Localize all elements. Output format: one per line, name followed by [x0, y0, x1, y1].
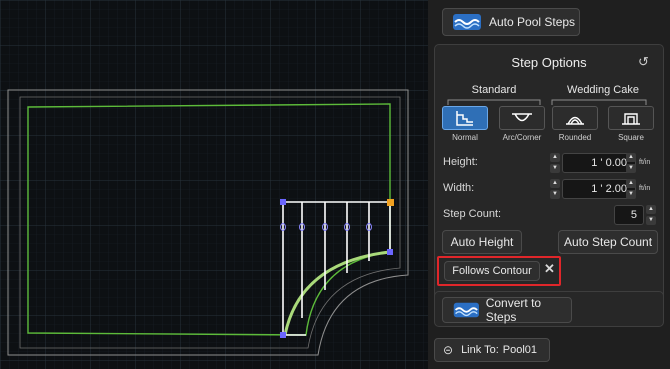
style-label-rounded: Rounded: [558, 133, 592, 142]
step-count-input[interactable]: 5: [614, 205, 644, 225]
handle-top-right[interactable]: [387, 199, 394, 206]
handle-arc-end[interactable]: [387, 249, 393, 255]
width-unit: ft/in: [639, 185, 651, 192]
width-input[interactable]: 1 ' 2.00: [562, 179, 636, 199]
style-normal-button[interactable]: [442, 106, 488, 130]
height-right-stepper[interactable]: ▲ ▼: [626, 153, 636, 173]
step-count-stepper[interactable]: ▲ ▼: [646, 205, 656, 225]
rounded-icon: [566, 116, 584, 125]
header-brackets: [447, 99, 647, 105]
app-window: Auto Pool Steps Step Options ↺ Standard …: [0, 0, 670, 369]
standard-header: Standard: [471, 84, 517, 96]
auto-pool-steps-label: Auto Pool Steps: [489, 15, 576, 29]
step-panel: Auto Pool Steps Step Options ↺ Standard …: [428, 0, 670, 369]
steps-water-icon: [453, 14, 481, 30]
height-left-stepper[interactable]: ▲ ▼: [550, 153, 560, 173]
style-label-normal: Normal: [452, 133, 478, 142]
step-options-title: Step Options: [511, 55, 587, 70]
grid-background: [0, 0, 428, 369]
height-unit: ft/in: [639, 159, 651, 166]
drawing-canvas[interactable]: [0, 0, 428, 369]
style-label-square: Square: [618, 133, 644, 142]
close-icon[interactable]: ✕: [544, 261, 555, 277]
link-to-value: Pool01: [502, 344, 538, 356]
auto-height-button[interactable]: Auto Height: [442, 230, 522, 254]
reset-icon[interactable]: ↺: [638, 54, 649, 70]
height-label: Height:: [443, 156, 478, 168]
handle-top-left[interactable]: [280, 199, 286, 205]
width-right-stepper[interactable]: ▲ ▼: [626, 179, 636, 199]
link-to-label: Link To:: [461, 344, 499, 356]
convert-to-steps-label: Convert to Steps: [485, 296, 542, 324]
auto-pool-steps-button[interactable]: Auto Pool Steps: [442, 8, 580, 36]
convert-to-steps-button[interactable]: Convert to Steps: [442, 296, 572, 324]
wedding-cake-header: Wedding Cake: [567, 84, 639, 96]
steps-water-icon: [453, 302, 479, 318]
step-count-label: Step Count:: [443, 208, 502, 220]
width-label: Width:: [443, 182, 475, 194]
width-left-stepper[interactable]: ▲ ▼: [550, 179, 560, 199]
square-icon: [622, 113, 640, 125]
normal-steps-icon: [456, 111, 473, 126]
auto-step-count-button[interactable]: Auto Step Count: [558, 230, 658, 254]
style-label-arc-corner: Arc/Corner: [502, 133, 542, 142]
link-to-button[interactable]: ⊝ Link To: Pool01: [434, 338, 550, 362]
link-icon: ⊝: [443, 343, 454, 357]
style-arc-corner-button[interactable]: [499, 106, 545, 130]
follows-contour-button[interactable]: Follows Contour: [444, 261, 540, 281]
arc-corner-icon: [512, 113, 532, 122]
pool-drawing[interactable]: [0, 0, 428, 369]
height-input[interactable]: 1 ' 0.00: [562, 153, 636, 173]
style-square-button[interactable]: [608, 106, 654, 130]
handle-bottom-left[interactable]: [280, 332, 286, 338]
style-rounded-button[interactable]: [552, 106, 598, 130]
